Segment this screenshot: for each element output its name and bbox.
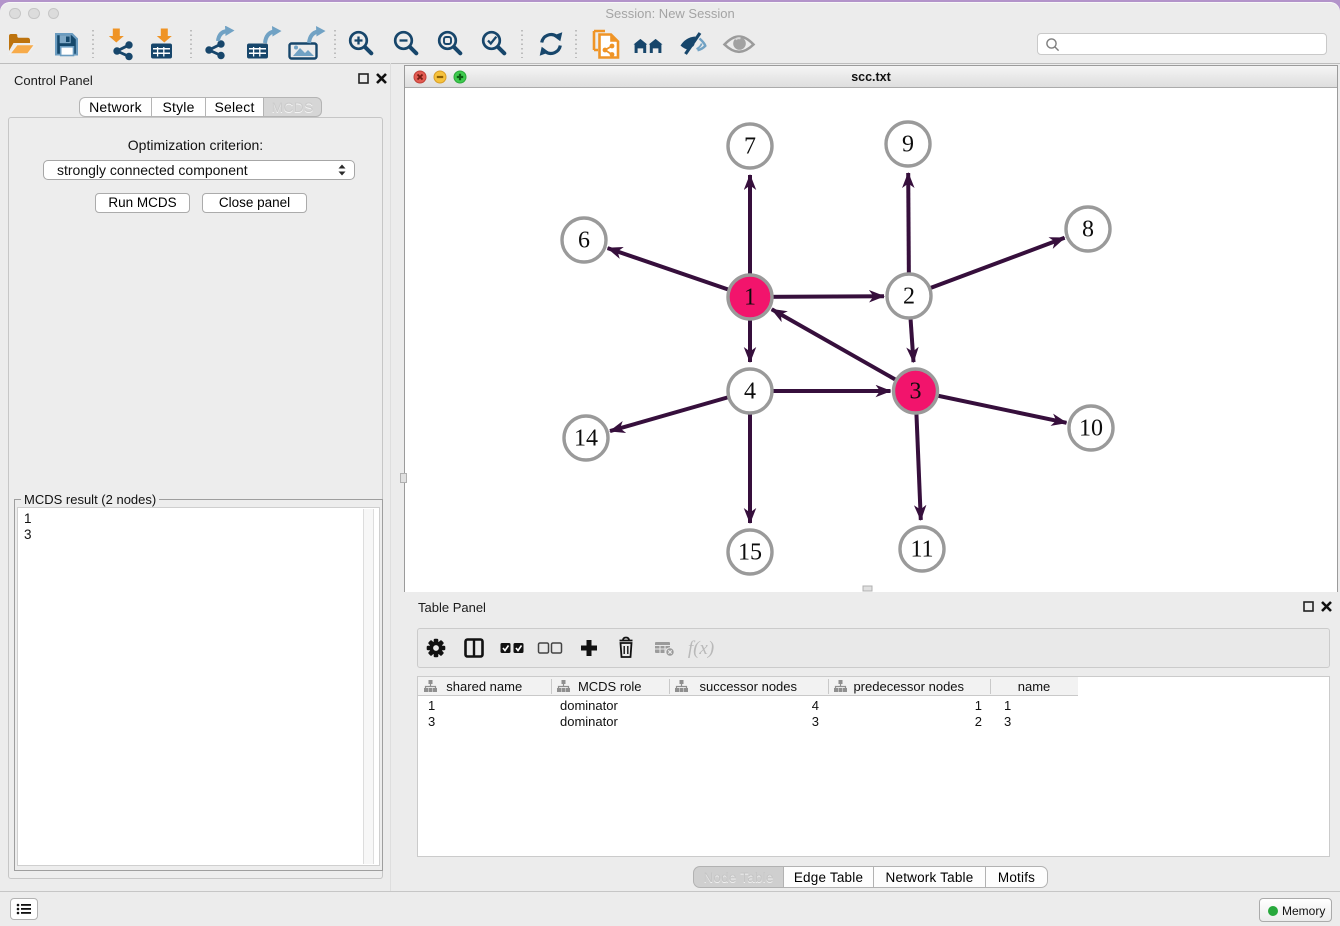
svg-text:15: 15 <box>738 540 762 566</box>
svg-text:8: 8 <box>1082 217 1094 243</box>
svg-text:2: 2 <box>903 284 915 310</box>
svg-text:4: 4 <box>744 379 756 405</box>
svg-text:7: 7 <box>744 134 756 160</box>
svg-text:9: 9 <box>902 132 914 158</box>
svg-text:f(x): f(x) <box>688 638 714 659</box>
svg-text:11: 11 <box>910 537 933 563</box>
svg-text:3: 3 <box>910 379 922 405</box>
svg-text:1: 1 <box>744 285 756 311</box>
svg-text:6: 6 <box>578 228 590 254</box>
svg-text:14: 14 <box>574 426 598 452</box>
svg-text:10: 10 <box>1079 416 1103 442</box>
